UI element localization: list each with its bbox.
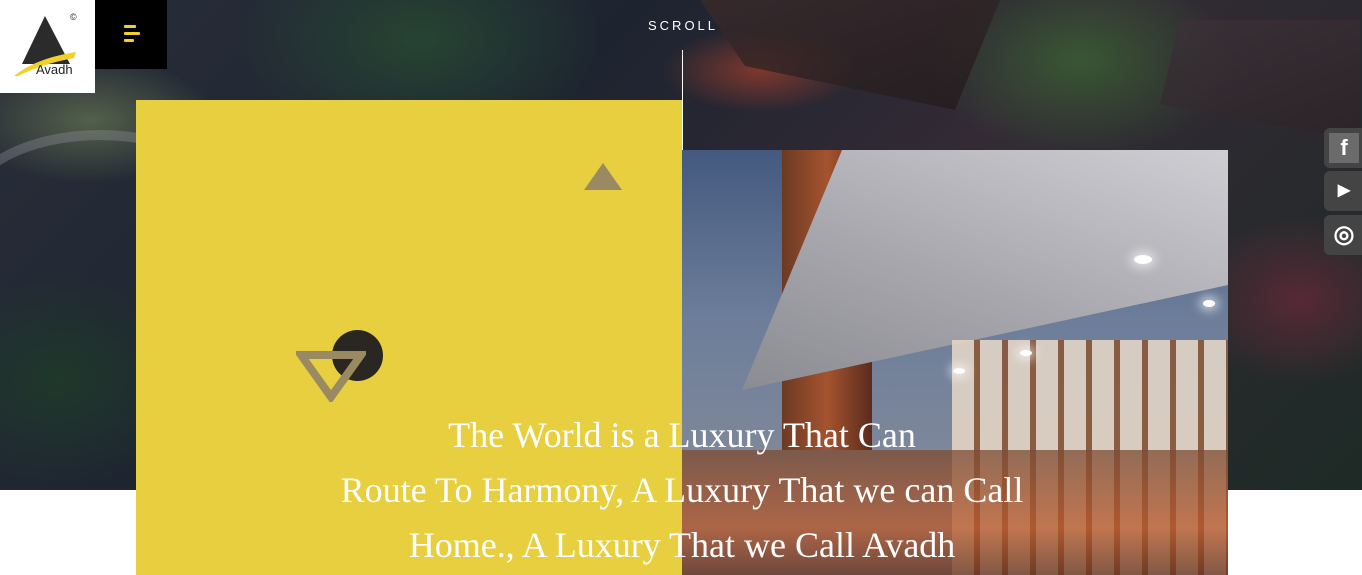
brand-name: Avadh: [36, 62, 73, 77]
youtube-icon: ▶: [1329, 176, 1359, 206]
social-instagram-button[interactable]: ◎: [1324, 215, 1362, 255]
background-roof-right: [1160, 20, 1360, 140]
hamburger-icon: [124, 32, 140, 35]
hero-headline-line: The World is a Luxury That Can: [448, 415, 916, 455]
background-roof: [700, 0, 1000, 110]
social-youtube-button[interactable]: ▶: [1324, 171, 1362, 211]
social-facebook-button[interactable]: f: [1324, 128, 1362, 168]
ceiling-lamp: [1134, 255, 1152, 264]
hamburger-icon: [124, 39, 134, 42]
instagram-icon: ◎: [1329, 220, 1359, 250]
hamburger-icon: [124, 25, 136, 28]
brand-logo[interactable]: © Avadh: [0, 0, 95, 93]
ceiling-lamp: [953, 368, 965, 374]
ceiling-lamp: [1020, 350, 1032, 356]
hero-headline-line: Home., A Luxury That we Call Avadh: [408, 525, 956, 565]
scroll-indicator[interactable]: SCROLL: [648, 18, 718, 33]
hero-headline: The World is a Luxury That Can Route To …: [250, 408, 1114, 573]
hero-headline-line: Route To Harmony, A Luxury That we can C…: [340, 470, 1024, 510]
triangle-down-icon: [296, 351, 366, 402]
facebook-icon: f: [1329, 133, 1359, 163]
triangle-up-icon: [584, 163, 622, 190]
scroll-line: [682, 50, 683, 150]
menu-button[interactable]: [95, 0, 167, 69]
ceiling-lamp: [1203, 300, 1215, 307]
copyright-mark: ©: [70, 12, 77, 22]
